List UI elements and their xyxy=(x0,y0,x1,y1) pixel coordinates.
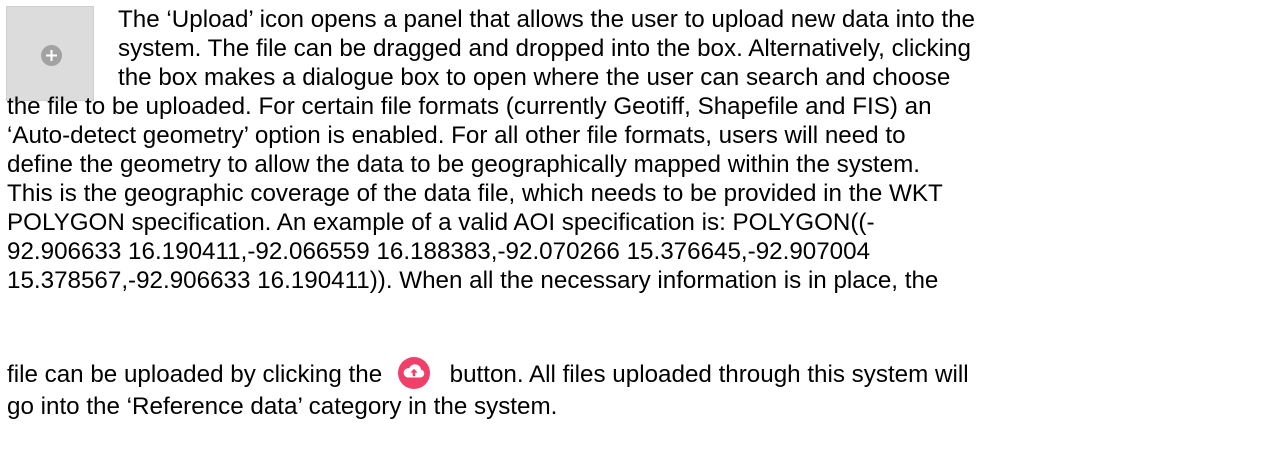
paragraph-line: the box makes a dialogue box to open whe… xyxy=(118,64,951,91)
paragraph-line: 92.906633 16.190411,-92.066559 16.188383… xyxy=(7,238,871,265)
paragraph-line: the file to be uploaded. For certain fil… xyxy=(7,93,932,120)
paragraph-line: go into the ‘Reference data’ category in… xyxy=(7,393,558,420)
paragraph-line: 15.378567,-92.906633 16.190411)). When a… xyxy=(7,267,939,294)
paragraph-line: The ‘Upload’ icon opens a panel that all… xyxy=(118,6,975,33)
paragraph-line: define the geometry to allow the data to… xyxy=(7,151,920,178)
paragraph-line: ‘Auto-detect geometry’ option is enabled… xyxy=(7,122,906,149)
paragraph-line: system. The file can be dragged and drop… xyxy=(118,35,971,62)
paragraph-line: This is the geographic coverage of the d… xyxy=(7,180,943,207)
plus-circle-icon xyxy=(41,45,62,66)
document-page: The ‘Upload’ icon opens a panel that all… xyxy=(0,0,1271,471)
paragraph-line-with-button: file can be uploaded by clicking the but… xyxy=(7,356,969,390)
paragraph-line: POLYGON specification. An example of a v… xyxy=(7,209,875,236)
paragraph-text: button. All files uploaded through this … xyxy=(449,361,969,388)
cloud-upload-icon xyxy=(397,356,430,389)
cloud-upload-button[interactable] xyxy=(397,356,431,390)
paragraph-text: file can be uploaded by clicking the xyxy=(7,361,383,388)
upload-icon-thumbnail xyxy=(6,6,94,101)
